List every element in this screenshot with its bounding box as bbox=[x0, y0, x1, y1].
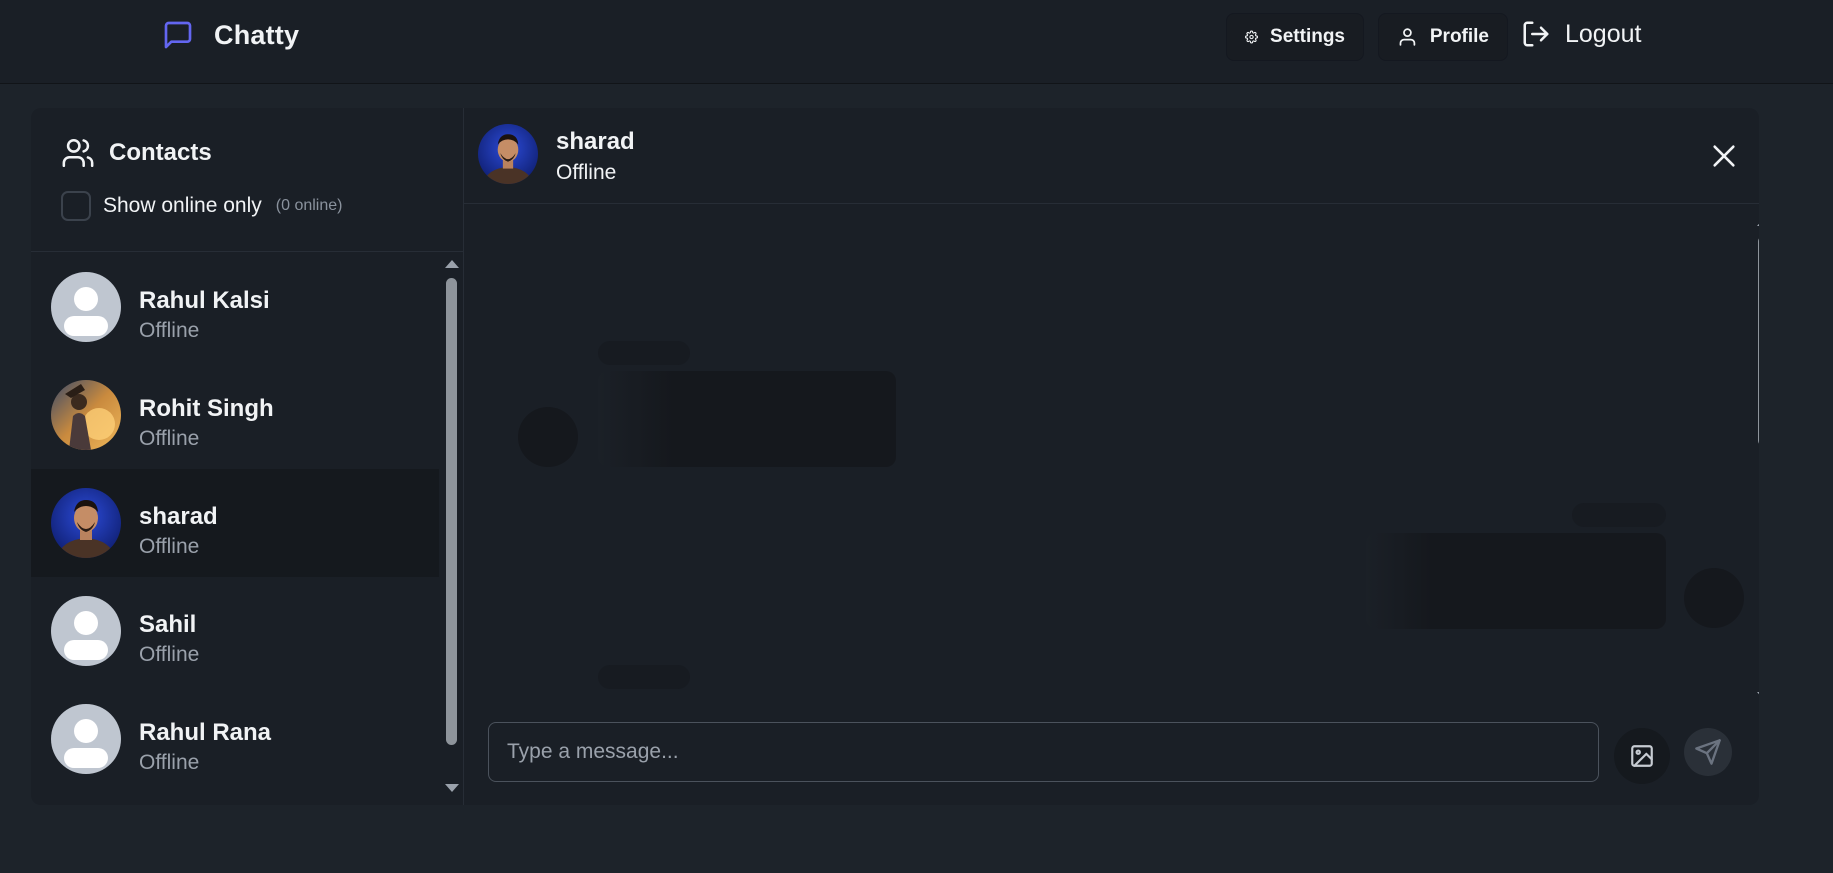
contact-status: Offline bbox=[139, 643, 200, 666]
chat-contact-name: sharad bbox=[556, 128, 635, 155]
chat-contact-avatar bbox=[478, 124, 538, 184]
message-square-icon bbox=[164, 21, 192, 49]
send-button[interactable] bbox=[1684, 728, 1732, 776]
contacts-title: Contacts bbox=[109, 139, 212, 166]
brand[interactable]: Chatty bbox=[162, 19, 299, 51]
message-composer bbox=[464, 708, 1759, 805]
skeleton-avatar bbox=[1684, 568, 1744, 628]
contact-status: Offline bbox=[139, 751, 200, 774]
photo-avatar bbox=[51, 380, 121, 450]
logout-label: Logout bbox=[1565, 19, 1642, 48]
log-out-icon bbox=[1523, 21, 1549, 47]
message-input[interactable] bbox=[488, 722, 1599, 782]
scroll-up-arrow[interactable] bbox=[1757, 218, 1759, 226]
online-filter[interactable]: Show online only (0 online) bbox=[61, 191, 342, 221]
image-icon bbox=[1631, 745, 1653, 767]
profile-photo bbox=[51, 380, 121, 450]
chat-panel: sharad Offline bbox=[464, 108, 1759, 805]
close-icon[interactable] bbox=[1710, 142, 1738, 170]
contact-name: Rahul Rana bbox=[139, 719, 272, 746]
scroll-down-arrow[interactable] bbox=[445, 784, 459, 792]
settings-label: Settings bbox=[1270, 26, 1345, 47]
contact-item[interactable]: Rahul Kalsi Offline bbox=[31, 253, 439, 361]
skeleton-line bbox=[598, 341, 690, 365]
app-title: Chatty bbox=[214, 19, 300, 50]
default-avatar bbox=[51, 272, 121, 342]
sidebar-header: Contacts Show online only (0 online) bbox=[31, 108, 464, 252]
skeleton-bubble bbox=[598, 371, 896, 467]
send-icon bbox=[1695, 739, 1721, 765]
profile-label: Profile bbox=[1429, 26, 1489, 47]
contact-name: Rahul Kalsi bbox=[139, 287, 270, 314]
skeleton-avatar bbox=[518, 407, 578, 467]
chat-header: sharad Offline bbox=[464, 108, 1759, 204]
contact-list: Rahul Kalsi Offline Rohit Singh Offline … bbox=[31, 252, 439, 805]
skeleton-bubble bbox=[1366, 533, 1666, 629]
message-skeleton-list bbox=[464, 205, 1759, 695]
profile-photo bbox=[51, 488, 121, 558]
chat-container: Contacts Show online only (0 online) Rah… bbox=[31, 108, 1759, 805]
logout-button[interactable]: Logout bbox=[1521, 19, 1641, 49]
contact-name: Rohit Singh bbox=[139, 395, 274, 422]
contact-item[interactable]: Rohit Singh Offline bbox=[31, 361, 439, 469]
online-only-label[interactable]: Show online only bbox=[103, 194, 262, 218]
skeleton-line bbox=[598, 665, 690, 689]
contact-status: Offline bbox=[139, 319, 200, 342]
contact-name: Sahil bbox=[139, 611, 197, 638]
default-avatar bbox=[51, 704, 121, 774]
settings-button[interactable]: Settings bbox=[1226, 13, 1364, 61]
contact-item[interactable]: Rahul Rana Offline bbox=[31, 685, 439, 793]
contacts-scrollbar[interactable] bbox=[442, 260, 460, 800]
contacts-heading: Contacts bbox=[61, 136, 212, 170]
users-icon bbox=[62, 138, 94, 168]
contact-item-selected[interactable]: sharad Offline bbox=[31, 469, 439, 577]
scrollbar-thumb[interactable] bbox=[1758, 236, 1759, 446]
profile-photo bbox=[478, 124, 538, 184]
user-placeholder-icon bbox=[51, 596, 121, 666]
scrollbar-thumb[interactable] bbox=[446, 278, 457, 745]
profile-button[interactable]: Profile bbox=[1378, 13, 1508, 61]
online-count: (0 online) bbox=[275, 197, 343, 214]
scroll-down-arrow[interactable] bbox=[1757, 692, 1759, 700]
navbar: Chatty Settings Profile Logout bbox=[0, 0, 1833, 84]
user-placeholder-icon bbox=[51, 704, 121, 774]
online-only-checkbox[interactable] bbox=[61, 191, 91, 221]
default-avatar bbox=[51, 596, 121, 666]
chat-contact-status: Offline bbox=[556, 161, 617, 184]
attach-image-button[interactable] bbox=[1614, 728, 1670, 784]
user-icon bbox=[1399, 28, 1416, 46]
gear-icon bbox=[1245, 30, 1259, 44]
photo-avatar bbox=[51, 488, 121, 558]
scroll-up-arrow[interactable] bbox=[445, 260, 459, 268]
contact-name: sharad bbox=[139, 503, 218, 530]
user-placeholder-icon bbox=[51, 272, 121, 342]
contact-status: Offline bbox=[139, 427, 200, 450]
skeleton-line bbox=[1572, 503, 1666, 527]
messages-scrollbar[interactable] bbox=[1754, 218, 1759, 700]
contacts-sidebar: Contacts Show online only (0 online) Rah… bbox=[31, 108, 464, 805]
contact-item[interactable]: Sahil Offline bbox=[31, 577, 439, 685]
contact-status: Offline bbox=[139, 535, 200, 558]
